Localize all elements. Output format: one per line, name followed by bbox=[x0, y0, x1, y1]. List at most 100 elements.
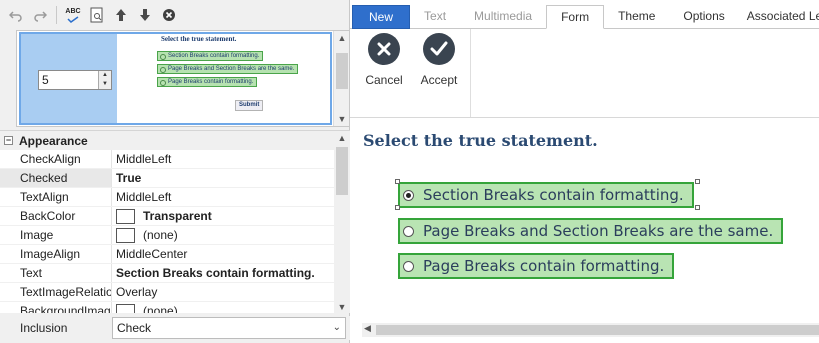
scroll-thumb[interactable] bbox=[336, 147, 348, 195]
collapse-icon[interactable]: − bbox=[4, 136, 13, 145]
answer-label: Page Breaks and Section Breaks are the s… bbox=[423, 222, 774, 240]
answer-option-2[interactable]: Page Breaks and Section Breaks are the s… bbox=[398, 218, 784, 244]
property-value[interactable]: Transparent bbox=[112, 207, 350, 225]
tab-text[interactable]: Text bbox=[410, 5, 460, 29]
scroll-thumb[interactable] bbox=[376, 325, 819, 335]
delete-icon[interactable] bbox=[159, 5, 179, 25]
ribbon-panel: Cancel Accept bbox=[350, 29, 819, 118]
property-value[interactable]: Overlay bbox=[112, 283, 350, 301]
tab-theme[interactable]: Theme bbox=[604, 5, 669, 29]
question-title[interactable]: Select the true statement. bbox=[363, 131, 598, 150]
property-value[interactable]: (none) bbox=[112, 302, 350, 313]
radio-icon[interactable] bbox=[403, 225, 414, 237]
property-value[interactable]: MiddleLeft bbox=[112, 188, 350, 206]
radio-icon[interactable] bbox=[403, 260, 414, 272]
property-value-text: Section Breaks contain formatting. bbox=[116, 265, 315, 280]
color-swatch[interactable] bbox=[116, 227, 135, 243]
property-value-text: MiddleLeft bbox=[116, 189, 172, 204]
inclusion-label: Inclusion bbox=[20, 321, 68, 335]
property-name: Image bbox=[0, 226, 112, 244]
cancel-button[interactable]: Cancel bbox=[359, 33, 409, 87]
property-name: BackgroundImage bbox=[0, 302, 112, 313]
property-row[interactable]: ImageAlign MiddleCenter bbox=[0, 245, 350, 264]
property-value-text: True bbox=[116, 170, 142, 185]
inclusion-value: Check bbox=[117, 321, 152, 335]
answer-label: Page Breaks contain formatting. bbox=[423, 257, 665, 275]
chevron-down-icon[interactable]: ⌄ bbox=[333, 318, 341, 338]
resize-handle[interactable] bbox=[695, 205, 700, 210]
inclusion-select[interactable]: Check ⌄ bbox=[112, 317, 346, 339]
property-name: TextAlign bbox=[0, 188, 112, 206]
preview-title: Select the true statement. bbox=[161, 35, 237, 43]
property-value-text: Overlay bbox=[116, 284, 158, 299]
radio-selected-icon[interactable] bbox=[403, 189, 414, 201]
property-name: CheckAlign bbox=[0, 150, 112, 168]
property-grid: − Appearance CheckAlign MiddleLeft Checked… bbox=[0, 130, 350, 313]
canvas-hscrollbar[interactable]: ◀ bbox=[362, 323, 819, 337]
property-row[interactable]: TextImageRelation Overlay bbox=[0, 283, 350, 302]
property-row[interactable]: CheckAlign MiddleLeft bbox=[0, 150, 350, 169]
move-down-icon[interactable] bbox=[135, 5, 155, 25]
property-row[interactable]: TextAlign MiddleLeft bbox=[0, 188, 350, 207]
scroll-down-icon[interactable]: ▼ bbox=[334, 302, 350, 312]
question-preview[interactable]: 5 ▲ ▼ Select the true statement. Section … bbox=[19, 32, 332, 125]
preview-scrollbar[interactable]: ▲ ▼ bbox=[333, 31, 349, 126]
property-value[interactable]: MiddleCenter bbox=[112, 245, 350, 263]
resize-handle[interactable] bbox=[395, 179, 400, 184]
spellcheck-icon[interactable]: ABC bbox=[63, 5, 83, 25]
move-up-icon[interactable] bbox=[111, 5, 131, 25]
scroll-left-icon[interactable]: ◀ bbox=[364, 323, 371, 334]
property-row[interactable]: Text Section Breaks contain formatting. bbox=[0, 264, 350, 283]
tab-form[interactable]: Form bbox=[546, 5, 605, 29]
cancel-label: Cancel bbox=[365, 73, 403, 87]
property-value[interactable]: (none) bbox=[112, 226, 350, 244]
accept-button[interactable]: Accept bbox=[414, 33, 464, 87]
color-swatch[interactable] bbox=[116, 303, 135, 313]
scroll-thumb[interactable] bbox=[336, 53, 348, 89]
redo-icon[interactable] bbox=[30, 5, 50, 25]
undo-icon[interactable] bbox=[6, 5, 26, 25]
scroll-down-icon[interactable]: ▼ bbox=[334, 114, 350, 124]
property-value[interactable]: MiddleLeft bbox=[112, 150, 350, 168]
property-scrollbar[interactable]: ▲ ▼ bbox=[334, 131, 350, 313]
resize-handle[interactable] bbox=[695, 179, 700, 184]
left-panel: ABC 5 ▲ ▼ Select the true statement. Sect… bbox=[0, 0, 350, 343]
property-name: Text bbox=[0, 264, 112, 282]
scroll-up-icon[interactable]: ▲ bbox=[334, 133, 350, 143]
property-value-text: MiddleCenter bbox=[116, 246, 188, 261]
quantity-stepper[interactable]: 5 ▲ ▼ bbox=[38, 70, 112, 90]
property-category[interactable]: − Appearance bbox=[0, 131, 350, 150]
property-row[interactable]: BackColor Transparent bbox=[0, 207, 350, 226]
cancel-icon bbox=[368, 33, 400, 65]
tab-new[interactable]: New bbox=[352, 5, 411, 29]
property-value-text: Transparent bbox=[143, 208, 212, 223]
tab-multimedia[interactable]: Multimedia bbox=[460, 5, 546, 29]
inclusion-row: Inclusion Check ⌄ bbox=[0, 316, 350, 340]
category-label: Appearance bbox=[19, 133, 88, 148]
property-name: Checked bbox=[0, 169, 112, 187]
accept-label: Accept bbox=[420, 73, 458, 87]
property-name: BackColor bbox=[0, 207, 112, 225]
property-value[interactable]: Section Breaks contain formatting. bbox=[112, 264, 350, 282]
answer-label: Section Breaks contain formatting. bbox=[423, 186, 684, 204]
color-swatch[interactable] bbox=[116, 208, 135, 224]
form-canvas: Select the true statement. Section Break… bbox=[350, 118, 819, 343]
stepper-arrows[interactable]: ▲ ▼ bbox=[98, 71, 111, 89]
spellcheck-label: ABC bbox=[65, 7, 81, 15]
property-row[interactable]: BackgroundImage (none) bbox=[0, 302, 350, 313]
tab-options[interactable]: Options bbox=[669, 5, 738, 29]
property-value-text: (none) bbox=[143, 303, 178, 314]
resize-handle[interactable] bbox=[395, 205, 400, 210]
toolbar: ABC bbox=[0, 0, 350, 30]
property-row[interactable]: Checked True bbox=[0, 169, 350, 188]
property-rows: CheckAlign MiddleLeft Checked True TextAlign… bbox=[0, 150, 350, 313]
tab-associated-learning[interactable]: Associated Learning bbox=[739, 5, 819, 29]
property-row[interactable]: Image (none) bbox=[0, 226, 350, 245]
scroll-up-icon[interactable]: ▲ bbox=[334, 33, 350, 43]
preview-icon[interactable] bbox=[87, 5, 107, 25]
ribbon-tabs: New Text Multimedia Form Theme Options A… bbox=[350, 5, 819, 29]
property-value[interactable]: True bbox=[112, 169, 350, 187]
ribbon-divider bbox=[470, 29, 471, 117]
answer-option-3[interactable]: Page Breaks contain formatting. bbox=[398, 253, 675, 279]
answer-option-1[interactable]: Section Breaks contain formatting. bbox=[398, 182, 694, 208]
